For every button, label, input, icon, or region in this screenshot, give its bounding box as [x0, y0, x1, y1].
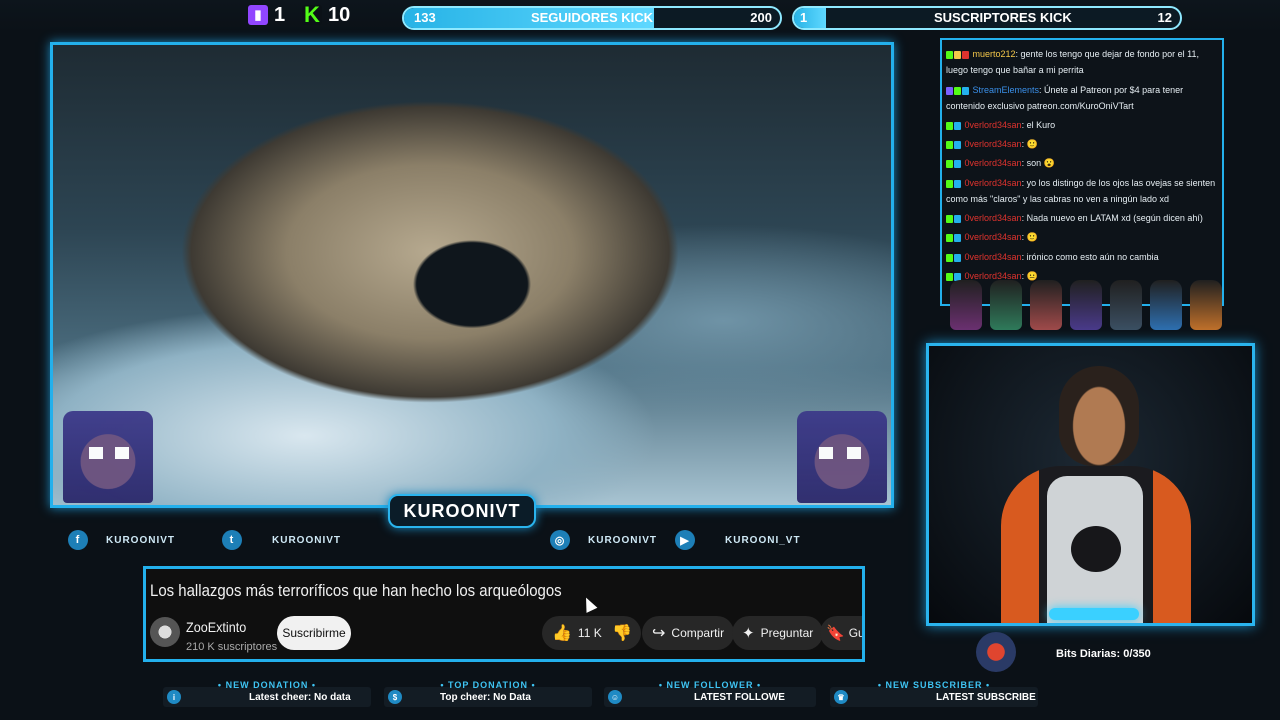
chat-message: muerto212: gente los tengo que dejar de … — [946, 49, 1200, 75]
mascot-figure — [1030, 280, 1062, 330]
mascot-figure — [1070, 280, 1102, 330]
alert-text: LATEST FOLLOWE — [694, 691, 785, 703]
mascot-figure — [950, 280, 982, 330]
instagram-icon: ◎ — [550, 530, 570, 550]
user-icon: ☺ — [608, 690, 622, 704]
bits-value: 0/350 — [1123, 648, 1151, 660]
social-handle: KUROONIVT — [588, 534, 657, 546]
alert-top-donation: $ Top cheer: No Data • TOP DONATION • — [384, 680, 592, 708]
webcam-frame — [926, 343, 1255, 626]
kick-counter: K 10 — [302, 2, 351, 27]
alert-new-follower: ☺ LATEST FOLLOWE • NEW FOLLOWER • — [604, 680, 816, 708]
social-youtube[interactable]: ▶ KUROONI_VT — [675, 528, 801, 552]
chat-panel[interactable]: muerto212: gente los tengo que dejar de … — [940, 38, 1224, 306]
thumbs-up-icon: 👍 — [552, 625, 572, 642]
mascot-figure — [990, 280, 1022, 330]
mascot-row — [945, 280, 1227, 334]
vtuber-avatar — [1059, 366, 1139, 466]
mascot-figure — [1150, 280, 1182, 330]
chat-message: StreamElements: Únete al Patreon por $4 … — [946, 85, 1184, 111]
bits-mascot — [976, 632, 1016, 672]
shirt-skull-graphic — [1071, 526, 1121, 572]
kick-icon: K — [302, 2, 322, 27]
bag-icon: $ — [388, 690, 402, 704]
chat-message: 0verlord34san: irónico como esto aún no … — [946, 249, 1218, 265]
pixel-mascot-left — [63, 411, 153, 503]
kick-followers-goal: 200 — [750, 10, 772, 25]
share-button[interactable]: ↪ Compartir — [642, 616, 735, 650]
social-facebook[interactable]: f KUROONIVT — [68, 528, 175, 552]
main-video-frame[interactable] — [50, 42, 894, 508]
social-handle: KUROONIVT — [106, 534, 175, 546]
mascot-figure — [1190, 280, 1222, 330]
bits-counter: Bits Diarias: 0/350 — [1056, 648, 1151, 660]
like-count: 11 K — [577, 626, 602, 640]
alert-text: Latest cheer: No data — [249, 691, 351, 703]
chat-message: 0verlord34san: yo los distingo de los oj… — [946, 178, 1216, 204]
chat-message: 0verlord34san: 🙂 — [946, 229, 1218, 245]
video-title[interactable]: Los hallazgos más terroríficos que han h… — [150, 581, 562, 601]
save-label: Gu — [848, 626, 862, 640]
crown-icon: ♛ — [834, 690, 848, 704]
kick-subs-fill — [794, 8, 827, 28]
kick-followers-label: SEGUIDORES KICK — [530, 10, 654, 25]
thumbs-down-icon: 👎 — [612, 625, 632, 642]
channel-avatar[interactable] — [150, 617, 180, 647]
alert-text: Top cheer: No Data — [440, 691, 531, 703]
share-label: Compartir — [671, 626, 725, 640]
alert-new-subscriber: ♛ LATEST SUBSCRIBE • NEW SUBSCRIBER • — [830, 680, 1038, 708]
subscribe-button[interactable]: Suscribirme — [277, 616, 351, 650]
kick-subs-goal-bar: 1 SUSCRIPTORES KICK 12 — [792, 6, 1182, 30]
twitch-icon: ▮ — [248, 5, 268, 25]
save-button[interactable]: 🔖 Gu — [820, 616, 862, 650]
info-icon: i — [167, 690, 181, 704]
youtube-info-panel: Los hallazgos más terroríficos que han h… — [143, 566, 865, 662]
chat-message: 0verlord34san: son 😮 — [946, 155, 1218, 171]
pixel-mascot-right — [797, 411, 887, 503]
alert-new-donation: i Latest cheer: No data • NEW DONATION • — [163, 680, 371, 708]
channel-name[interactable]: ZooExtinto — [186, 619, 246, 635]
chat-message: 0verlord34san: el Kuro — [946, 117, 1218, 133]
ask-button[interactable]: ✦ Preguntar — [732, 616, 824, 650]
kick-subs-label: SUSCRIPTORES KICK — [934, 10, 1072, 25]
alert-text: LATEST SUBSCRIBE — [936, 691, 1036, 703]
kick-subs-goal: 12 — [1157, 10, 1172, 25]
mascot-figure — [1110, 280, 1142, 330]
alert-heading: • NEW DONATION • — [217, 680, 317, 690]
chat-message: 0verlord34san: Nada nuevo en LATAM xd (s… — [946, 210, 1218, 226]
social-handle: KUROONI_VT — [725, 534, 801, 546]
subscriber-count: 210 K suscriptores — [186, 641, 278, 653]
social-twitter[interactable]: t KUROONIVT — [222, 528, 341, 552]
dislike-button[interactable]: 👎 — [603, 616, 641, 650]
youtube-icon: ▶ — [675, 530, 695, 550]
alert-heading: • TOP DONATION • — [440, 680, 536, 690]
bits-label: Bits Diarias: — [1056, 648, 1121, 660]
bookmark-icon: 🔖 — [826, 625, 845, 642]
alert-heading: • NEW FOLLOWER • — [658, 680, 762, 690]
chat-message: 0verlord34san: 🙂 — [946, 136, 1218, 152]
social-handle: KUROONIVT — [272, 534, 341, 546]
alert-heading: • NEW SUBSCRIBER • — [877, 680, 991, 690]
twitch-counter: ▮ 1 — [248, 4, 285, 26]
twitter-icon: t — [222, 530, 242, 550]
facebook-icon: f — [68, 530, 88, 550]
kick-count: 10 — [328, 3, 351, 26]
kick-subs-current: 1 — [800, 10, 808, 25]
sparkle-icon: ✦ — [742, 625, 755, 642]
twitch-count: 1 — [274, 3, 286, 26]
voice-indicator — [1049, 608, 1139, 620]
kick-followers-goal-bar: 133 SEGUIDORES KICK 200 — [402, 6, 782, 30]
ask-label: Preguntar — [760, 626, 814, 640]
channel-name-badge: KUROONIVT — [388, 494, 536, 528]
social-instagram[interactable]: ◎ KUROONIVT — [550, 528, 657, 552]
share-icon: ↪ — [652, 625, 666, 642]
